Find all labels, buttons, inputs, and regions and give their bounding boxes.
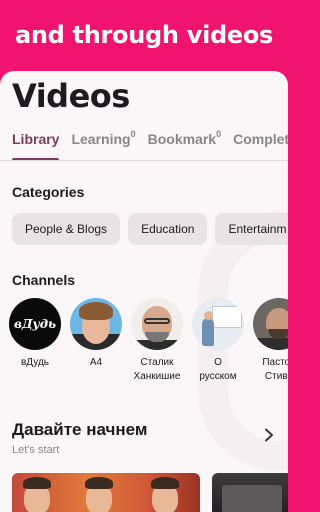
channel-item[interactable]: вДудь вДудь	[7, 298, 63, 384]
banner-text: and through videos	[14, 21, 274, 49]
channel-item[interactable]: A4	[68, 298, 124, 384]
channel-name: О русском	[199, 357, 237, 382]
tab-label: Learning	[71, 131, 131, 147]
tab-completed[interactable]: Completed0	[233, 131, 288, 161]
tab-count: 0	[216, 129, 222, 139]
channel-item[interactable]: О русском	[190, 298, 246, 384]
tab-learning[interactable]: Learning0	[71, 129, 136, 161]
video-thumbnail[interactable]	[12, 473, 200, 512]
category-chips: People & Blogs Education Entertainm	[12, 213, 288, 245]
channel-name: Пастор Стиве	[262, 357, 288, 382]
channel-list: вДудь вДудь A4 Сталик Ханкишие О русском	[7, 298, 288, 384]
tab-label: Completed	[233, 131, 288, 147]
category-chip[interactable]: Entertainm	[215, 213, 288, 245]
tab-label: Bookmark	[147, 131, 217, 147]
channels-title: Channels	[12, 272, 76, 288]
channel-avatar: вДудь	[9, 298, 61, 350]
tab-bookmark[interactable]: Bookmark0	[147, 129, 222, 161]
tab-library[interactable]: Library	[12, 131, 60, 161]
channel-item[interactable]: Пастор Стиве	[251, 298, 288, 384]
channel-avatar	[70, 298, 122, 350]
channel-name: Сталик Ханкишие	[133, 357, 181, 382]
category-chip[interactable]: Education	[128, 213, 208, 245]
app-screen: Videos Library Learning0 Bookmark0 Compl…	[0, 71, 288, 512]
channel-avatar	[131, 298, 183, 350]
channel-logo-text: вДудь	[14, 317, 56, 331]
tab-label: Library	[12, 131, 60, 147]
video-thumbnail[interactable]	[212, 473, 288, 512]
category-chip[interactable]: People & Blogs	[12, 213, 121, 245]
page-title: Videos	[12, 77, 130, 115]
tab-bar: Library Learning0 Bookmark0 Completed0	[12, 129, 288, 161]
channel-item[interactable]: Сталик Ханкишие	[129, 298, 185, 384]
categories-title: Categories	[12, 184, 85, 200]
channel-name: A4	[89, 357, 103, 368]
channel-avatar	[192, 298, 244, 350]
tab-count: 0	[130, 129, 136, 139]
channel-avatar	[253, 298, 288, 350]
section-title: Давайте начнем	[12, 420, 148, 439]
chevron-right-icon[interactable]	[262, 428, 276, 442]
tabs-divider	[0, 160, 288, 161]
channel-name: вДудь	[20, 357, 50, 368]
promo-banner: and through videos	[0, 0, 288, 72]
section-subtitle: Let's start	[12, 444, 60, 456]
video-carousel	[12, 473, 288, 512]
